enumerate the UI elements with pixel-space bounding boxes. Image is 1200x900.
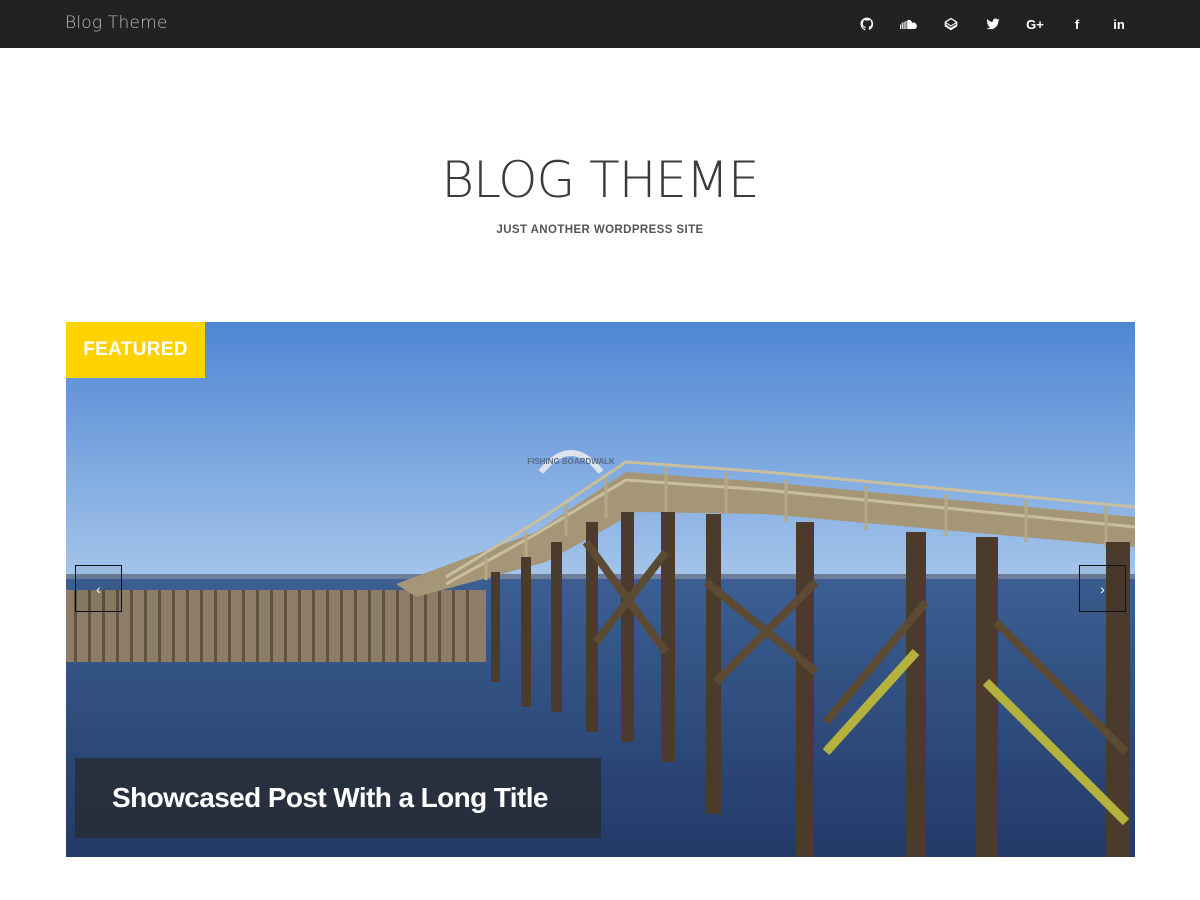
codepen-icon[interactable] bbox=[930, 0, 972, 48]
soundcloud-icon[interactable] bbox=[888, 0, 930, 48]
facebook-icon[interactable]: f bbox=[1056, 0, 1098, 48]
site-tagline: JUST ANOTHER WORDPRESS SITE bbox=[496, 224, 704, 236]
social-links: G+ f in bbox=[846, 0, 1140, 48]
slide-caption[interactable]: Showcased Post With a Long Title bbox=[75, 758, 601, 838]
github-icon[interactable] bbox=[846, 0, 888, 48]
next-slide-button[interactable]: › bbox=[1079, 565, 1126, 612]
sign-text: FISHING BOARDWALK bbox=[527, 457, 615, 466]
top-bar: Blog Theme G+ f in bbox=[0, 0, 1200, 48]
chevron-left-icon: ‹ bbox=[96, 580, 101, 597]
chevron-right-icon: › bbox=[1100, 580, 1105, 597]
linkedin-icon[interactable]: in bbox=[1098, 0, 1140, 48]
twitter-icon[interactable] bbox=[972, 0, 1014, 48]
site-header: BLOG THEME JUST ANOTHER WORDPRESS SITE bbox=[0, 140, 1200, 236]
featured-badge: FEATURED bbox=[66, 322, 205, 378]
slide-title[interactable]: Showcased Post With a Long Title bbox=[112, 782, 548, 814]
brand-link[interactable]: Blog Theme bbox=[65, 13, 168, 33]
site-title[interactable]: BLOG THEME bbox=[0, 140, 1200, 220]
featured-slider[interactable]: FISHING BOARDWALK FEATURED ‹ › Showcased… bbox=[66, 322, 1135, 857]
prev-slide-button[interactable]: ‹ bbox=[75, 565, 122, 612]
google-plus-icon[interactable]: G+ bbox=[1014, 0, 1056, 48]
